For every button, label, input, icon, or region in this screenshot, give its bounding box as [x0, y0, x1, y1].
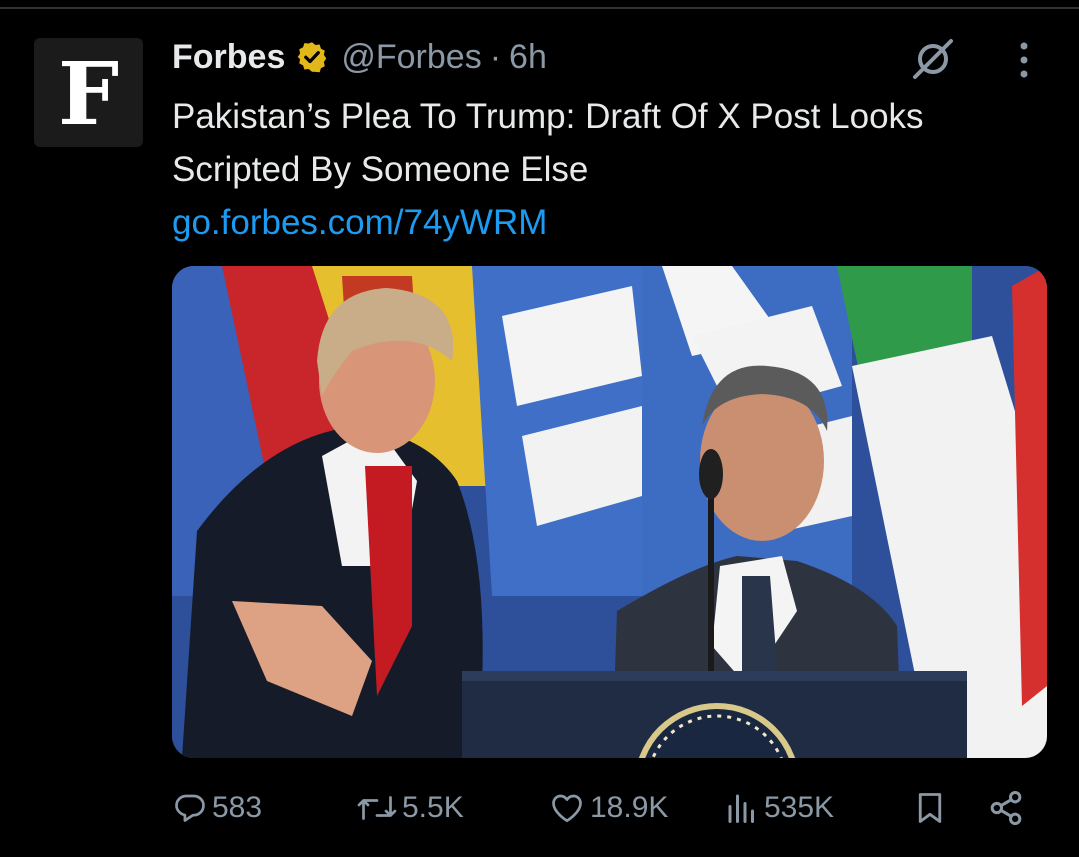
post-actions: 583 5.5K 18.9K 535K: [172, 778, 1032, 838]
share-button[interactable]: [986, 778, 1026, 838]
avatar[interactable]: F: [34, 38, 143, 147]
reply-icon: [175, 794, 205, 822]
photo-image: [172, 266, 1047, 758]
views-count: 535K: [764, 791, 835, 824]
avatar-logo-letter: F: [57, 43, 120, 145]
post-photo[interactable]: [172, 266, 1047, 758]
verified-badge-icon[interactable]: [295, 40, 329, 74]
views-button[interactable]: 535K: [724, 778, 834, 838]
more-options-icon[interactable]: [1006, 36, 1042, 84]
top-divider: [0, 7, 1079, 9]
views-icon: [728, 794, 754, 823]
repost-button[interactable]: 5.5K: [356, 778, 464, 838]
author-handle[interactable]: @Forbes: [341, 38, 481, 77]
heart-icon: [552, 794, 582, 823]
reply-count: 583: [212, 791, 263, 824]
post-header: Forbes @Forbes · 6h: [172, 36, 547, 78]
bookmark-icon: [918, 793, 942, 823]
like-count: 18.9K: [590, 791, 669, 824]
share-icon: [990, 791, 1022, 825]
reply-button[interactable]: 583: [172, 778, 262, 838]
like-button[interactable]: 18.9K: [548, 778, 668, 838]
post-link[interactable]: go.forbes.com/74yWRM: [172, 196, 547, 249]
separator-dot: ·: [489, 37, 502, 76]
repost-count: 5.5K: [402, 791, 464, 824]
repost-icon: [357, 796, 397, 820]
post-time[interactable]: 6h: [509, 38, 547, 77]
author-name[interactable]: Forbes: [172, 38, 285, 77]
grok-icon[interactable]: [907, 33, 959, 85]
bookmark-button[interactable]: [912, 778, 948, 838]
post-text: Pakistan’s Plea To Trump: Draft Of X Pos…: [172, 97, 924, 189]
